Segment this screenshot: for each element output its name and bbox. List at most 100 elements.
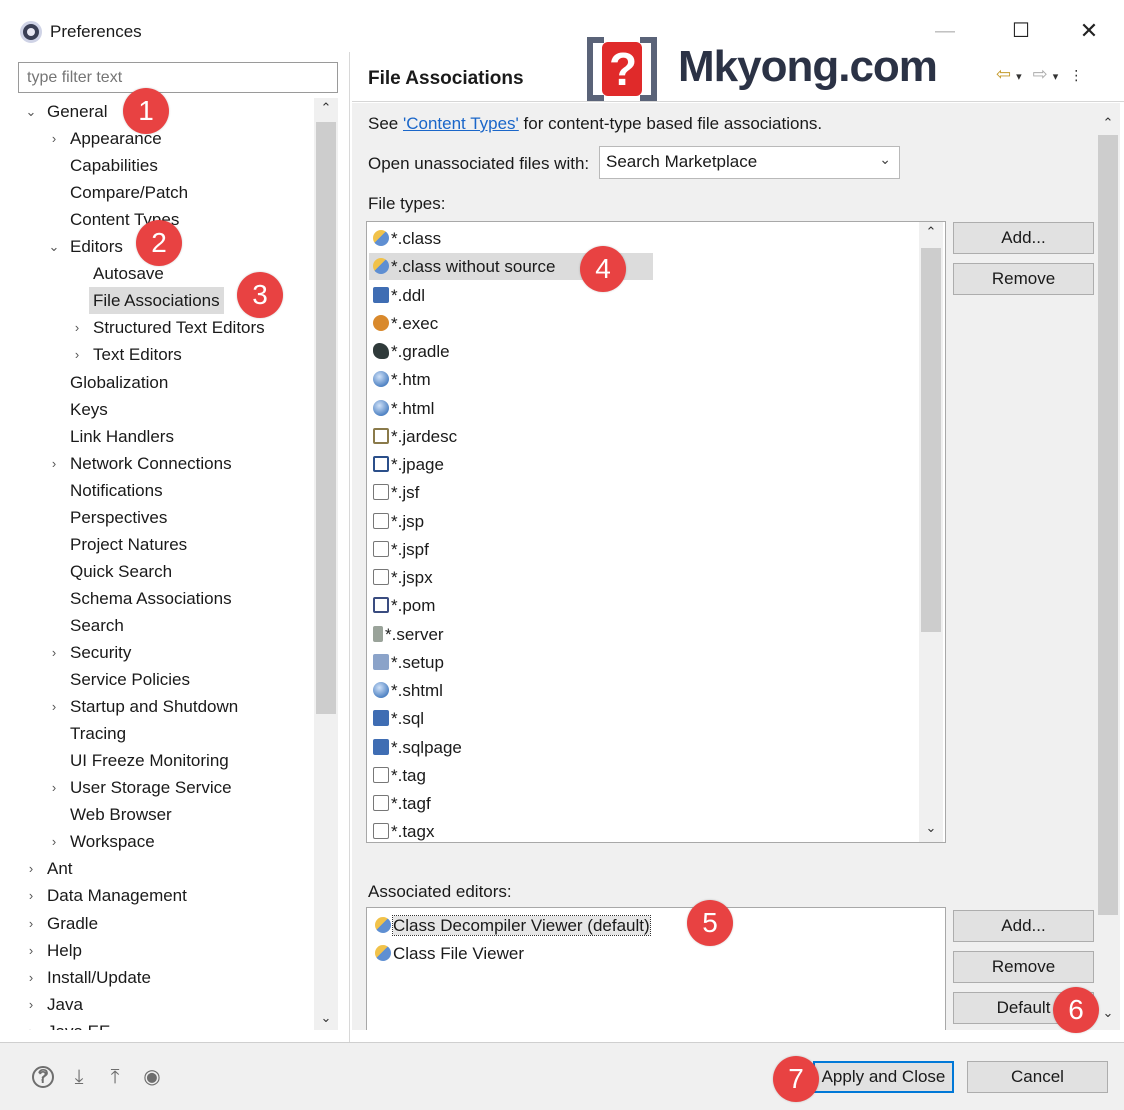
file-type-label: *.jardesc <box>391 426 458 446</box>
file-type-item[interactable]: *.tagf <box>373 790 431 817</box>
gradle-elephant-icon <box>373 343 389 359</box>
open-with-select[interactable]: Search Marketplace ⌄ <box>599 146 900 179</box>
file-type-item[interactable]: *.shtml <box>373 677 443 704</box>
tree-item-label: Perspectives <box>70 507 168 527</box>
tree-scrollbar[interactable]: ⌃ ⌄ <box>314 98 338 1030</box>
chevron-right-icon[interactable]: › <box>70 341 84 368</box>
export-icon[interactable]: ⤒ <box>104 1066 126 1088</box>
record-icon[interactable]: ◉ <box>141 1066 163 1088</box>
back-dropdown-icon[interactable]: ▾ <box>1016 71 1022 83</box>
file-type-item[interactable]: *.class <box>373 225 441 252</box>
associated-editors-list[interactable]: Class Decompiler Viewer (default) Class F… <box>366 907 946 1030</box>
tree-item-label: Gradle <box>47 913 99 933</box>
close-button[interactable]: ✕ <box>1064 14 1114 48</box>
editor-item[interactable]: Class Decompiler Viewer (default) <box>375 912 651 939</box>
file-type-item[interactable]: *.jspx <box>373 564 433 591</box>
import-icon[interactable]: ⤓ <box>68 1066 90 1088</box>
callout-badge: 3 <box>237 272 283 318</box>
remove-file-type-button[interactable]: Remove <box>953 263 1094 295</box>
file-type-item[interactable]: *.jsf <box>373 479 419 506</box>
file-type-item[interactable]: *.tagx <box>373 818 434 842</box>
chevron-right-icon[interactable]: › <box>47 125 61 152</box>
scroll-up-icon[interactable]: ⌃ <box>314 100 338 116</box>
text-file-icon <box>373 540 389 557</box>
file-type-item[interactable]: *.jspf <box>373 536 429 563</box>
back-arrow-icon[interactable]: ⇦ <box>996 64 1011 84</box>
tree-item-label: Search <box>70 615 124 635</box>
scroll-up-icon[interactable]: ⌃ <box>1096 115 1120 131</box>
apply-and-close-button[interactable]: Apply and Close <box>813 1061 954 1093</box>
file-type-item[interactable]: *.ddl <box>373 282 425 309</box>
file-type-item[interactable]: *.jsp <box>373 508 424 535</box>
scroll-thumb[interactable] <box>921 248 941 632</box>
file-type-label: *.jspx <box>391 568 433 587</box>
chevron-right-icon[interactable]: › <box>24 937 38 964</box>
logo-question-mark: ? <box>609 43 638 95</box>
chevron-right-icon[interactable]: › <box>47 693 61 720</box>
tree-item-label: Ant <box>47 859 73 879</box>
editor-item[interactable]: Class File Viewer <box>375 940 524 967</box>
tree-item-label: Web Browser <box>70 805 172 825</box>
file-type-item[interactable]: *.htm <box>373 366 431 393</box>
chevron-right-icon[interactable]: › <box>24 855 38 882</box>
mkyong-logo: ? Mkyong.com <box>586 36 964 102</box>
tree-item-label: Editors <box>70 237 123 257</box>
callout-badge: 4 <box>580 246 626 292</box>
file-type-item[interactable]: *.jardesc <box>373 423 457 450</box>
file-type-item[interactable]: *.jpage <box>373 451 444 478</box>
filter-input[interactable] <box>18 62 338 93</box>
chevron-down-icon[interactable]: ⌄ <box>24 98 38 125</box>
editor-label: Class Decompiler Viewer (default) <box>392 915 651 936</box>
file-type-label: *.htm <box>391 370 431 390</box>
file-type-item[interactable]: *.pom <box>373 592 435 619</box>
add-file-type-button[interactable]: Add... <box>953 222 1094 254</box>
file-type-item[interactable]: *.server <box>373 621 444 648</box>
file-type-item[interactable]: *.gradle <box>373 338 450 365</box>
scroll-thumb[interactable] <box>1098 135 1118 915</box>
chevron-down-icon[interactable]: ⌄ <box>47 233 61 260</box>
file-type-item[interactable]: *.setup <box>373 649 444 676</box>
file-type-label: *.sqlpage <box>391 737 462 757</box>
chevron-right-icon[interactable]: › <box>24 964 38 991</box>
chevron-right-icon[interactable]: › <box>47 774 61 801</box>
chevron-right-icon[interactable]: › <box>47 828 61 855</box>
file-type-item[interactable]: *.sql <box>373 705 424 732</box>
forward-arrow-icon[interactable]: ⇨ <box>1033 64 1048 84</box>
chevron-right-icon[interactable]: › <box>24 1018 38 1030</box>
file-type-item[interactable]: *.html <box>373 395 434 422</box>
maximize-button[interactable]: ☐ <box>996 14 1046 48</box>
file-type-label: *.sql <box>391 709 425 729</box>
chevron-right-icon[interactable]: › <box>70 314 84 341</box>
globe-icon <box>373 682 389 698</box>
forward-dropdown-icon[interactable]: ▾ <box>1053 71 1059 83</box>
file-type-item[interactable]: *.tag <box>373 762 426 789</box>
scroll-down-icon[interactable]: ⌄ <box>1096 1005 1120 1021</box>
window-title: Preferences <box>50 22 142 41</box>
chevron-right-icon[interactable]: › <box>24 882 38 909</box>
file-type-label: *.class <box>391 229 442 248</box>
scroll-down-icon[interactable]: ⌄ <box>919 820 943 836</box>
view-menu-icon[interactable]: ⋮ <box>1069 67 1083 83</box>
content-types-link[interactable]: 'Content Types' <box>403 114 519 133</box>
add-editor-button[interactable]: Add... <box>953 910 1094 942</box>
file-type-item[interactable]: *.sqlpage <box>373 734 462 761</box>
chevron-right-icon[interactable]: › <box>24 910 38 937</box>
scroll-up-icon[interactable]: ⌃ <box>919 224 943 240</box>
chevron-right-icon[interactable]: › <box>24 991 38 1018</box>
file-types-scrollbar[interactable]: ⌃ ⌄ <box>919 222 943 842</box>
open-with-value: Search Marketplace <box>606 152 758 171</box>
pane-divider[interactable] <box>349 52 350 1042</box>
scroll-thumb[interactable] <box>316 122 336 714</box>
chevron-right-icon[interactable]: › <box>47 639 61 666</box>
text-file-icon <box>373 484 389 501</box>
file-type-label: *.pom <box>391 596 436 616</box>
remove-editor-button[interactable]: Remove <box>953 951 1094 983</box>
content-scrollbar[interactable]: ⌃ ⌄ <box>1096 103 1120 1030</box>
chevron-right-icon[interactable]: › <box>47 450 61 477</box>
tree-item-label: Tracing <box>70 724 127 744</box>
scroll-down-icon[interactable]: ⌄ <box>314 1010 338 1026</box>
cancel-button[interactable]: Cancel <box>967 1061 1108 1093</box>
file-type-item[interactable]: *.exec <box>373 310 438 337</box>
file-types-list[interactable]: *.class *.class without source *.ddl *.exec… <box>366 221 946 843</box>
page-nav-toolbar: ⇦ ▾ ⇨ ▾ ⋮ <box>996 64 1083 85</box>
